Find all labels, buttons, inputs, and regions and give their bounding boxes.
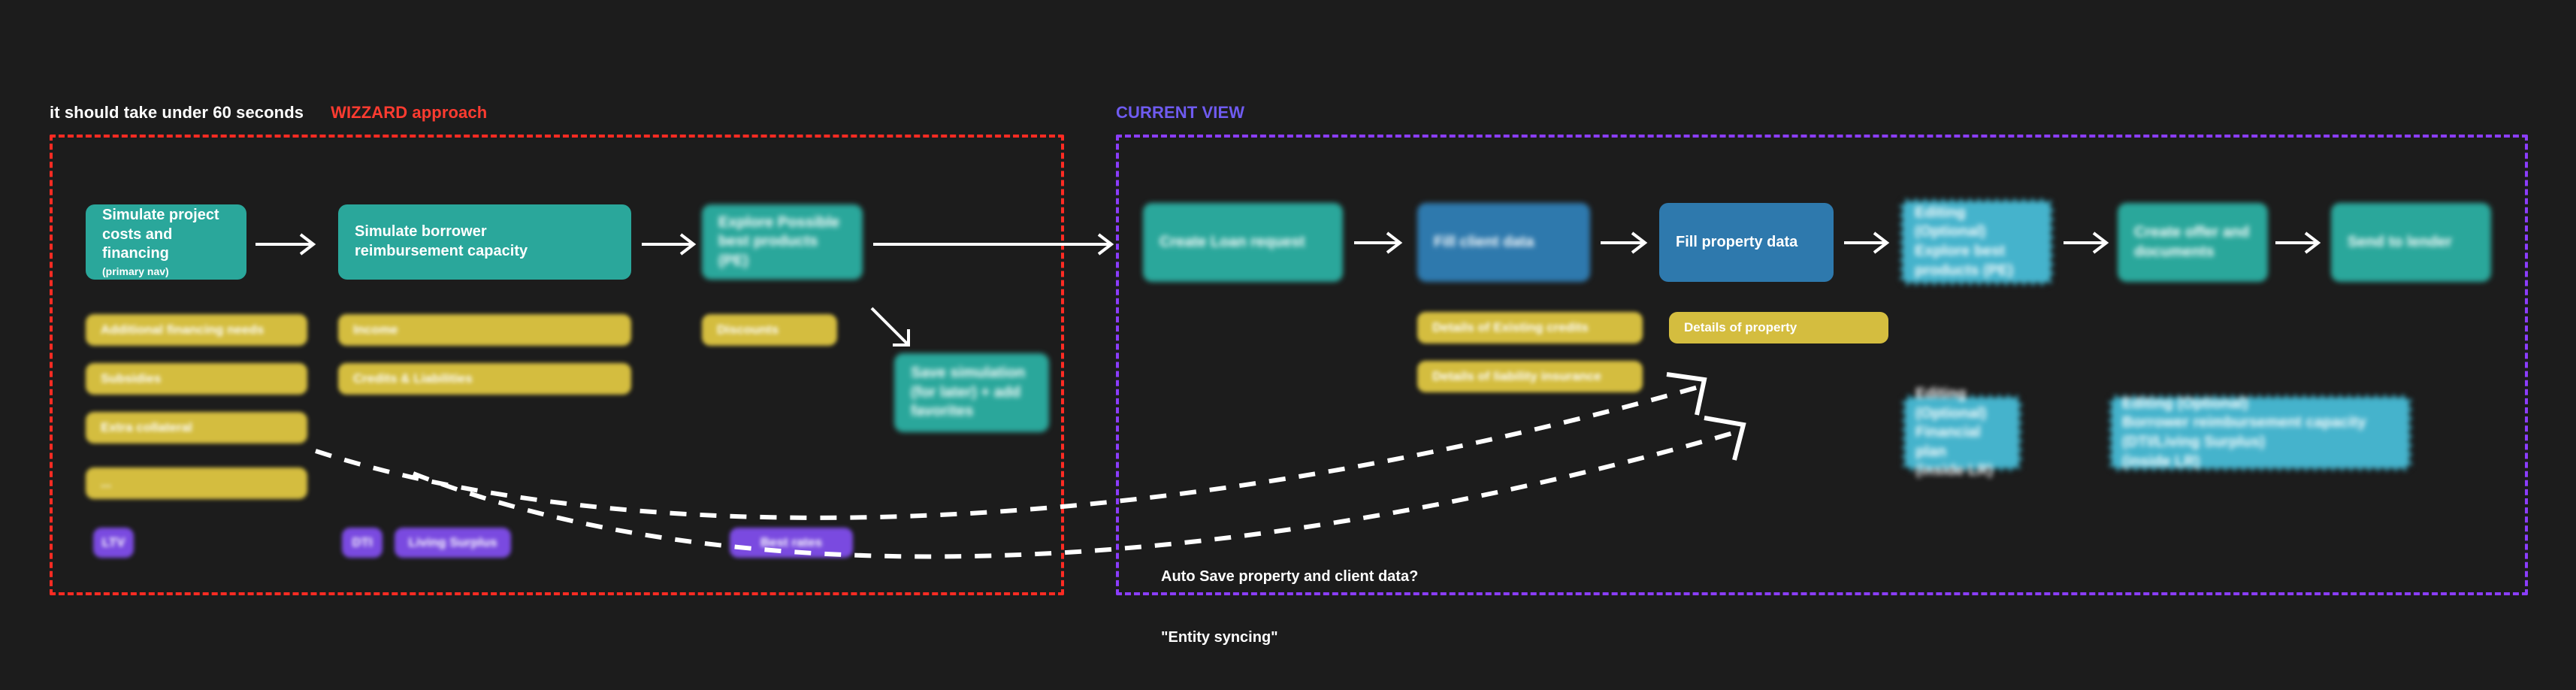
card-title-line: Editing (Optional) xyxy=(2122,395,2248,412)
card-title-line: Fill client data xyxy=(1434,233,1534,250)
diagram-canvas: it should take under 60 seconds WIZZARD … xyxy=(0,0,2576,690)
card-title-line: Editing (Optional) xyxy=(1915,204,1986,241)
card-subtitle: (primary nav) xyxy=(102,265,169,277)
chip-subsidies[interactable]: Subsidies xyxy=(86,363,307,395)
arrow-cv-step4-to-step5 xyxy=(2064,232,2109,254)
arrow-step1-to-step2 xyxy=(255,233,316,256)
card-title-line: best products xyxy=(718,233,818,250)
note-line: "Entity syncing" xyxy=(1161,629,1278,646)
card-editing-explore-best-products[interactable]: Editing (Optional) Explore best products… xyxy=(1900,198,2054,286)
current-view-label: CURRENT VIEW xyxy=(1116,103,1245,122)
card-title-line: Send to lender xyxy=(2348,233,2452,250)
arrow-cv-step1-to-step2 xyxy=(1354,232,1403,254)
card-title-line: Financial plan xyxy=(1915,424,1981,460)
pill-label: LTV xyxy=(101,535,125,549)
wizard-timing-note: it should take under 60 seconds xyxy=(50,103,304,122)
chip-label: Discounts xyxy=(717,322,779,337)
arrow-step3-to-current-view xyxy=(873,233,1114,256)
card-title-line: Explore best xyxy=(1915,243,2006,259)
card-title-line: (PE) xyxy=(718,252,748,269)
wizard-panel-header: it should take under 60 seconds WIZZARD … xyxy=(50,103,487,123)
arrow-step2-to-step3 xyxy=(642,233,697,256)
note-line: Auto Save property and client data? xyxy=(1161,568,1419,585)
card-title-line: Explore Possible xyxy=(718,213,840,231)
card-send-to-lender[interactable]: Send to lender xyxy=(2331,203,2491,282)
card-create-loan-request[interactable]: Create Loan request xyxy=(1143,203,1343,282)
chip-label: Details of property xyxy=(1684,320,1797,334)
card-title-line: Create offer and xyxy=(2134,223,2250,241)
arrow-cv-step3-to-step4 xyxy=(1844,232,1890,254)
chip-col1-extra[interactable]: ... xyxy=(86,468,307,499)
card-title-line: Simulate project xyxy=(102,207,219,224)
chip-details-of-property[interactable]: Details of property xyxy=(1669,312,1888,343)
card-title-line: Fill property data xyxy=(1676,233,1798,250)
card-title-line: financing xyxy=(102,245,169,262)
entity-syncing-note: Auto Save property and client data? "Ent… xyxy=(1161,526,1418,688)
chip-income[interactable]: Income xyxy=(338,314,631,346)
arrow-step3-to-save-simulation xyxy=(870,307,910,347)
card-title-line: (DTI/Living Surplus) xyxy=(2122,434,2265,450)
card-simulate-project-costs[interactable]: Simulate project costs and financing (pr… xyxy=(86,204,246,280)
card-title-line: costs and xyxy=(102,225,173,243)
chip-label: Additional financing needs xyxy=(101,322,265,337)
chip-discounts[interactable]: Discounts xyxy=(702,314,837,346)
card-editing-financial-plan[interactable]: Editing (Optional) Financial plan (insid… xyxy=(1902,386,2022,479)
card-fill-property-data[interactable]: Fill property data xyxy=(1659,203,1834,282)
chip-label: Subsidies xyxy=(101,371,162,386)
card-simulate-borrower-capacity[interactable]: Simulate borrower reimbursement capacity xyxy=(338,204,631,280)
card-title-line: (inside LR) xyxy=(1915,462,1994,480)
current-view-panel-header: CURRENT VIEW xyxy=(1116,103,1244,123)
chip-label: Extra collateral xyxy=(101,420,192,434)
card-editing-borrower-reimbursement-capacity[interactable]: Editing (Optional) Borrower reimbursemen… xyxy=(2109,395,2412,471)
card-title-line: Editing (Optional) xyxy=(1915,386,1987,422)
chip-extra-collateral[interactable]: Extra collateral xyxy=(86,412,307,443)
chip-label: Income xyxy=(353,322,398,337)
card-title-line: Create Loan request xyxy=(1160,233,1305,250)
wizard-approach-label: WIZZARD approach xyxy=(331,103,488,122)
pill-ltv[interactable]: LTV xyxy=(93,528,134,558)
card-title-line: documents xyxy=(2134,243,2215,260)
chip-additional-financing-needs[interactable]: Additional financing needs xyxy=(86,314,307,346)
card-title-line: reimbursement capacity xyxy=(355,243,528,259)
card-title-line: Borrower reimbursement capacity xyxy=(2122,414,2366,431)
card-title-line: Simulate borrower xyxy=(355,223,487,241)
card-create-offer-and-documents[interactable]: Create offer and documents xyxy=(2118,203,2268,282)
arrow-cv-step2-to-step3 xyxy=(1601,232,1648,254)
card-title-line: (inside LR) xyxy=(2122,452,2200,470)
card-explore-possible-best-products[interactable]: Explore Possible best products (PE) xyxy=(702,204,863,280)
chip-label: ... xyxy=(101,476,112,490)
entity-syncing-dashed-arrows xyxy=(315,372,1746,559)
card-fill-client-data[interactable]: Fill client data xyxy=(1417,203,1590,282)
chip-details-of-existing-credits[interactable]: Details of Existing credits xyxy=(1417,312,1643,343)
card-title-line: products (PE) xyxy=(1915,262,2014,279)
chip-label: Details of Existing credits xyxy=(1432,320,1589,334)
arrow-cv-step5-to-step6 xyxy=(2275,232,2321,254)
